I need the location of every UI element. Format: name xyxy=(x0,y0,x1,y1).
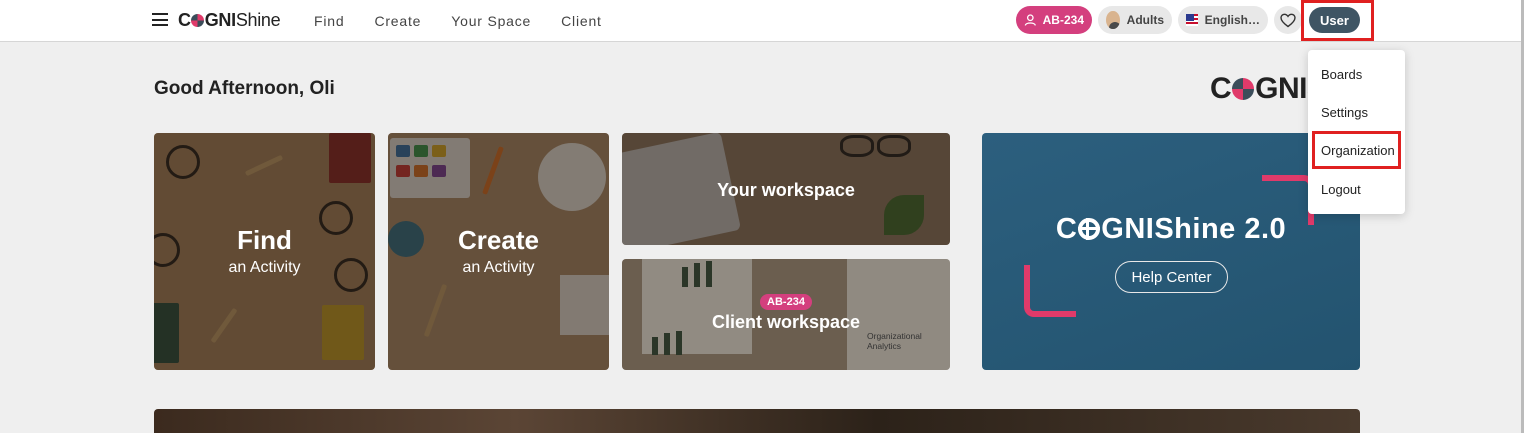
menu-item-settings[interactable]: Settings xyxy=(1321,105,1368,120)
logo-text: GNI xyxy=(204,10,236,30)
promo-banner[interactable]: C GNIShine 2.0 Help Center xyxy=(982,133,1360,370)
favorites-button[interactable] xyxy=(1274,6,1302,34)
audience-label: Adults xyxy=(1126,13,1164,27)
nav-find[interactable]: Find xyxy=(314,13,344,29)
greeting-title: Good Afternoon, Oli xyxy=(154,78,335,99)
client-card-text: AB-234 Client workspace xyxy=(622,292,950,333)
brand-logo-letter: C xyxy=(1210,72,1232,105)
heart-icon xyxy=(1280,13,1296,27)
client-card-title: Client workspace xyxy=(711,312,861,332)
help-center-button[interactable]: Help Center xyxy=(1115,261,1228,293)
user-dropdown-menu: Boards Settings Organization Logout xyxy=(1308,50,1405,214)
promo-title-letter: C xyxy=(1055,213,1078,245)
find-activity-card[interactable]: Find an Activity xyxy=(154,133,375,370)
top-bar: C GNIShine Find Create Your Space Client … xyxy=(0,0,1524,42)
brand-logo-mark-icon xyxy=(1232,78,1255,100)
client-badge-label: AB-234 xyxy=(1042,13,1084,27)
highlight-box-user xyxy=(1301,0,1374,41)
us-flag-icon xyxy=(1186,14,1198,26)
create-card-text: Create an Activity xyxy=(388,225,609,277)
bracket-decor xyxy=(1024,265,1076,317)
your-workspace-card[interactable]: Your workspace xyxy=(622,133,950,245)
report-caption: Organizational Analytics xyxy=(867,331,922,351)
promo-title-text: GNIShine 2.0 xyxy=(1101,213,1287,245)
menu-item-boards[interactable]: Boards xyxy=(1321,67,1362,82)
find-card-title: Find xyxy=(237,225,292,255)
logo-letter: C xyxy=(178,10,191,30)
create-activity-card[interactable]: Create an Activity xyxy=(388,133,609,370)
promo-title: C GNIShine 2.0 xyxy=(982,213,1360,246)
highlight-box-organization xyxy=(1312,131,1401,169)
language-selector[interactable]: English… xyxy=(1178,6,1268,34)
workspace-card-title: Your workspace xyxy=(717,180,855,200)
app-logo[interactable]: C GNIShine xyxy=(178,10,281,31)
nav-create[interactable]: Create xyxy=(374,13,421,29)
client-id-badge: AB-234 xyxy=(760,294,812,310)
language-label: English… xyxy=(1204,13,1260,27)
main-nav: Find Create Your Space Client xyxy=(314,13,602,29)
featured-banner[interactable] xyxy=(154,409,1360,433)
create-card-title: Create xyxy=(458,225,539,255)
nav-client[interactable]: Client xyxy=(561,13,602,29)
find-card-text: Find an Activity xyxy=(154,225,375,277)
menu-item-logout[interactable]: Logout xyxy=(1321,182,1361,197)
nav-your-space[interactable]: Your Space xyxy=(451,13,531,29)
logo-text-light: Shine xyxy=(235,10,281,30)
hamburger-icon[interactable] xyxy=(152,13,168,26)
logo-mark-icon xyxy=(191,14,205,27)
client-badge-button[interactable]: AB-234 xyxy=(1016,6,1092,34)
create-card-subtitle: an Activity xyxy=(462,259,535,276)
find-card-subtitle: an Activity xyxy=(228,259,301,276)
avatar-icon xyxy=(1106,11,1120,29)
client-workspace-card[interactable]: AB-234 Client workspace Organizational A… xyxy=(622,259,950,370)
person-icon xyxy=(1024,14,1036,26)
promo-logo-mark-icon xyxy=(1078,218,1101,240)
audience-selector[interactable]: Adults xyxy=(1098,6,1172,34)
